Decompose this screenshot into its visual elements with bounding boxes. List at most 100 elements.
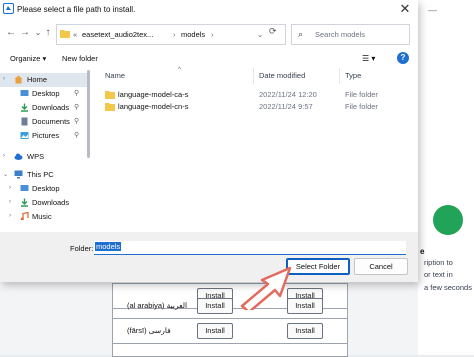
- table-row: (al arabiya) العربية Install Install: [113, 294, 347, 319]
- search-box[interactable]: ⌕ Search models: [291, 24, 410, 45]
- sidebar-item-documents[interactable]: Documents ⚲: [0, 115, 88, 129]
- file-date: 2022/11/24 12:20: [259, 90, 317, 99]
- up-button[interactable]: ↑: [41, 26, 55, 40]
- music-icon: [20, 212, 29, 220]
- navigation-pane: › Home Desktop ⚲ Downloads ⚲ Documents ⚲…: [0, 70, 90, 232]
- refresh-button[interactable]: ⟳: [269, 26, 277, 37]
- address-bar[interactable]: « easetext_audio2tex... › models › ⌄: [56, 24, 286, 45]
- sidebar-item-pictures[interactable]: Pictures ⚲: [0, 129, 88, 143]
- pin-icon: ⚲: [74, 104, 80, 111]
- sidebar-item-pc-downloads[interactable]: › Downloads: [0, 196, 88, 210]
- sidebar-item-label: Downloads: [32, 198, 70, 207]
- new-folder-button[interactable]: New folder: [62, 54, 98, 63]
- documents-icon: [21, 117, 28, 126]
- pin-icon: ⚲: [74, 118, 80, 125]
- sidebar-item-label: WPS: [27, 152, 45, 161]
- annotation-arrow-icon: [240, 266, 292, 310]
- home-icon: [14, 75, 23, 84]
- desktop-icon: [20, 185, 29, 191]
- expand-chevron-icon[interactable]: ›: [9, 213, 11, 219]
- sidebar-item-label: Desktop: [32, 184, 60, 193]
- sidebar-item-label: Documents: [32, 117, 70, 126]
- search-icon: ⌕: [298, 29, 304, 39]
- sidebar-item-music[interactable]: › Music: [0, 210, 88, 220]
- cloud-icon: [14, 153, 23, 160]
- collapse-chevron-icon[interactable]: ⌄: [3, 171, 8, 178]
- cancel-button[interactable]: Cancel: [354, 258, 408, 275]
- downloads-icon: [21, 198, 28, 207]
- sidebar-scrollbar[interactable]: [87, 70, 90, 158]
- dialog-app-icon: [3, 3, 14, 14]
- install-button[interactable]: Install: [197, 323, 233, 339]
- close-button[interactable]: ✕: [395, 0, 415, 18]
- pin-icon: ⚲: [74, 90, 80, 97]
- dialog-title: Please select a file path to install.: [17, 5, 136, 14]
- sidebar-item-label: Music: [32, 212, 52, 220]
- table-row: (fārsī) فارسی Install Install: [113, 319, 347, 344]
- install-button[interactable]: Install: [197, 298, 233, 314]
- file-row-language-model-ca-s[interactable]: language-model-ca-s 2022/11/24 12:20 Fil…: [96, 89, 414, 101]
- breadcrumb-easetext[interactable]: easetext_audio2tex...: [82, 30, 153, 39]
- background-topbar: —: [418, 0, 474, 22]
- column-divider[interactable]: [339, 68, 340, 84]
- sidebar-item-label: Desktop: [32, 89, 60, 98]
- sidebar-item-label: Home: [27, 75, 48, 84]
- sidebar-item-desktop[interactable]: Desktop ⚲: [0, 87, 88, 101]
- language-name: (al arabiya) العربية: [127, 301, 188, 310]
- expand-chevron-icon[interactable]: ›: [9, 199, 11, 205]
- dialog-titlebar[interactable]: Please select a file path to install. ✕: [0, 0, 418, 20]
- expand-chevron-icon[interactable]: ›: [3, 76, 5, 82]
- column-header-type[interactable]: Type: [345, 71, 361, 80]
- column-header-date[interactable]: Date modified: [259, 71, 305, 80]
- sidebar-item-label: Pictures: [32, 131, 60, 140]
- breadcrumb-overflow[interactable]: «: [73, 30, 77, 39]
- column-header-name[interactable]: Name: [105, 71, 125, 80]
- background-text-1: ription to: [424, 258, 453, 267]
- folder-name-input[interactable]: models: [94, 241, 406, 255]
- background-text-2: or text in: [424, 270, 453, 279]
- language-name: (fārsī) فارسی: [127, 326, 171, 335]
- background-title: e: [420, 247, 425, 256]
- folder-icon: [60, 30, 70, 38]
- folder-icon: [105, 103, 115, 111]
- command-bar: Organize ▾ New folder ☰ ▾ ?: [0, 49, 418, 67]
- background-right-panel: [418, 22, 474, 355]
- sidebar-item-label: Downloads: [32, 103, 70, 112]
- downloads-icon: [21, 103, 28, 112]
- file-type: File folder: [345, 90, 378, 99]
- computer-icon: [14, 170, 23, 179]
- language-table: Install Install (al arabiya) العربية Ins…: [112, 283, 348, 357]
- breadcrumb-models[interactable]: models: [181, 30, 205, 39]
- sidebar-item-label: This PC: [27, 170, 54, 179]
- address-dropdown-button[interactable]: ⌄: [257, 30, 263, 39]
- file-list: Name ^ Date modified Type language-model…: [96, 67, 414, 230]
- sort-ascending-icon: ^: [178, 67, 181, 73]
- sidebar-item-this-pc[interactable]: ⌄ This PC: [0, 168, 88, 182]
- view-options-button[interactable]: ☰ ▾: [362, 54, 375, 63]
- pin-icon: ⚲: [74, 132, 80, 139]
- green-circle-icon: [433, 205, 463, 235]
- expand-chevron-icon[interactable]: ›: [3, 153, 5, 159]
- install-button[interactable]: Install: [287, 323, 323, 339]
- forward-button[interactable]: →: [18, 26, 32, 40]
- file-name: language-model-ca-s: [118, 90, 189, 99]
- column-divider[interactable]: [253, 68, 254, 84]
- folder-label: Folder:: [70, 244, 94, 253]
- folder-icon: [105, 91, 115, 99]
- select-folder-dialog: Please select a file path to install. ✕ …: [0, 0, 418, 282]
- background-text-3: a few seconds: [424, 283, 472, 292]
- sidebar-item-pc-desktop[interactable]: › Desktop: [0, 182, 88, 196]
- search-placeholder: Search models: [315, 30, 366, 39]
- file-row-language-model-cn-s[interactable]: language-model-cn-s 2022/11/24 9:57 File…: [96, 101, 414, 113]
- help-button[interactable]: ?: [397, 52, 409, 64]
- sidebar-item-wps[interactable]: › WPS: [0, 150, 88, 164]
- pictures-icon: [20, 132, 29, 139]
- sidebar-item-home[interactable]: › Home: [0, 73, 88, 87]
- navigation-bar: ← → ⌄ ↑ « easetext_audio2tex... › models…: [0, 22, 418, 46]
- expand-chevron-icon[interactable]: ›: [9, 185, 11, 191]
- minimize-glyph[interactable]: —: [428, 5, 437, 15]
- organize-menu[interactable]: Organize ▾: [10, 54, 46, 63]
- file-name: language-model-cn-s: [118, 102, 189, 111]
- sidebar-item-downloads[interactable]: Downloads ⚲: [0, 101, 88, 115]
- back-button[interactable]: ←: [4, 26, 18, 40]
